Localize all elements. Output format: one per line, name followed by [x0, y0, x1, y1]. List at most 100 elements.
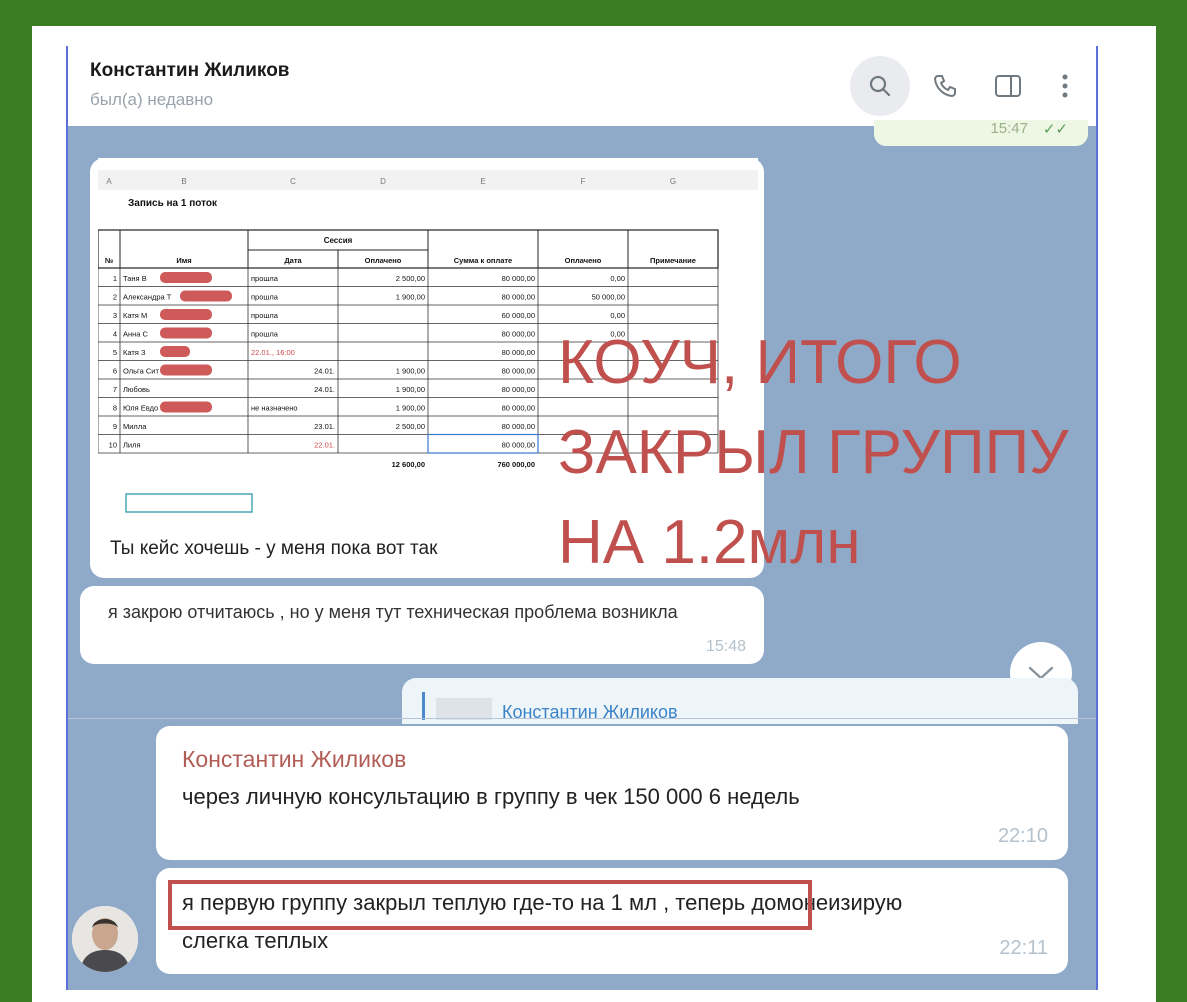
message-author[interactable]: Константин Жиликов	[182, 746, 406, 773]
overlay-line-3: НА 1.2млн	[558, 508, 861, 577]
message-text: я закрою отчитаюсь , но у меня тут техни…	[108, 602, 678, 622]
sheet-cell: Таня В	[123, 274, 147, 283]
divider	[68, 718, 1096, 719]
sheet-cell: Анна С	[123, 330, 149, 339]
sheet-cell: 1 900,00	[396, 404, 425, 413]
sheet-total-cell: 760 000,00	[497, 460, 535, 469]
overlay-line-1: КОУЧ, ИТОГО	[558, 328, 962, 397]
sheet-cell: 80 000,00	[502, 348, 535, 357]
sheet-header-cell: Оплачено	[565, 256, 602, 265]
sheet-cell: 6	[113, 367, 117, 376]
sheet-cell: 1	[113, 274, 117, 283]
sheet-cell: 23.01.	[314, 422, 335, 431]
sheet-header-cell: Имя	[176, 256, 191, 265]
more-vertical-icon	[1062, 74, 1068, 98]
contact-status: был(а) недавно	[90, 90, 214, 109]
sheet-cell: Милла	[123, 422, 147, 431]
redaction-mark	[160, 272, 212, 283]
sheet-cell: 60 000,00	[502, 311, 535, 320]
sheet-cell: 50 000,00	[592, 293, 625, 302]
contact-name[interactable]: Константин Жиликов	[90, 60, 289, 82]
sheet-cell: 5	[113, 348, 117, 357]
call-button[interactable]	[915, 56, 975, 116]
sheet-cell: 80 000,00	[502, 422, 535, 431]
sheet-cell: Юля Евдо	[123, 404, 158, 413]
sheet-cell: 2 500,00	[396, 422, 425, 431]
incoming-message[interactable]: я первую группу закрыл теплую где-то на …	[156, 868, 1068, 974]
sheet-col-letter: B	[181, 177, 186, 186]
chat-window: Константин Жиликов был(а) недавно 15:47 …	[66, 46, 1098, 990]
sheet-group-header: Сессия	[324, 236, 353, 245]
redaction-mark	[160, 364, 212, 376]
highlight-box	[168, 880, 812, 930]
read-checkmarks-icon: ✓✓	[1042, 121, 1068, 138]
sheet-cell: 4	[113, 330, 117, 339]
sheet-cell: 80 000,00	[502, 330, 535, 339]
previous-outgoing-bubble: 15:47 ✓✓	[874, 120, 1088, 146]
sheet-title: Запись на 1 поток	[128, 198, 218, 209]
redaction-mark	[160, 309, 212, 320]
sheet-cell: 0,00	[610, 274, 625, 283]
phone-icon	[933, 75, 956, 98]
sheet-cell: 80 000,00	[502, 293, 535, 302]
sheet-cell: 10	[109, 441, 117, 450]
search-button[interactable]	[850, 56, 910, 116]
redaction-mark	[160, 401, 212, 413]
avatar[interactable]	[72, 906, 138, 972]
sheet-cell: 9	[113, 422, 117, 431]
sheet-cell: 22.01.	[314, 441, 335, 450]
reply-author: Константин Жиликов	[502, 702, 678, 722]
sheet-cell: 80 000,00	[502, 274, 535, 283]
message-time: 15:48	[705, 638, 746, 655]
sheet-col-letter: D	[380, 177, 386, 186]
sheet-cell: 24.01.	[314, 385, 335, 394]
sheet-cell: 80 000,00	[502, 385, 535, 394]
sheet-cell: Катя З	[123, 348, 146, 357]
message-time: 15:47	[990, 120, 1028, 137]
sheet-cell: прошла	[251, 311, 279, 320]
sheet-cell: 2	[113, 293, 117, 302]
incoming-message[interactable]: Константин Жиликов через личную консульт…	[156, 726, 1068, 860]
sheet-cell: Лиля	[123, 441, 141, 450]
sheet-cell: прошла	[251, 330, 279, 339]
incoming-message[interactable]: я закрою отчитаюсь , но у меня тут техни…	[80, 586, 764, 664]
sheet-cell: 80 000,00	[502, 367, 535, 376]
sheet-cell: Любовь	[123, 385, 150, 394]
sheet-cell: 80 000,00	[502, 441, 535, 450]
sheet-cell: 1 900,00	[396, 385, 425, 394]
sheet-col-letter: E	[480, 177, 485, 186]
sheet-col-letter: C	[290, 177, 296, 186]
sheet-cell: 80 000,00	[502, 404, 535, 413]
image-caption: Ты кейс хочешь - у меня пока вот так	[110, 538, 438, 559]
sheet-cell: 3	[113, 311, 117, 320]
redaction-mark	[160, 327, 212, 339]
sheet-col-letter: G	[670, 177, 676, 186]
redaction-mark	[160, 346, 190, 357]
sheet-cell: 2 500,00	[396, 274, 425, 283]
sheet-cell: не назначено	[251, 404, 298, 413]
sheet-col-letter: F	[581, 177, 586, 186]
sheet-header-cell: Сумма к оплате	[454, 256, 512, 265]
sheet-cell: прошла	[251, 274, 279, 283]
message-time: 22:11	[999, 937, 1048, 959]
sheet-cell: 24.01.	[314, 367, 335, 376]
sheet-cell: 8	[113, 404, 117, 413]
sheet-total-cell: 12 600,00	[392, 460, 425, 469]
search-icon	[869, 75, 891, 97]
sheet-cell: Катя М	[123, 311, 147, 320]
more-button[interactable]	[1035, 56, 1095, 116]
sheet-cell: 22.01., 16:00	[251, 348, 295, 357]
sidebar-icon	[995, 75, 1021, 97]
sheet-cell: прошла	[251, 293, 279, 302]
sheet-cell: 1 900,00	[396, 367, 425, 376]
sheet-header-cell: Примечание	[650, 256, 696, 265]
red-overlay-annotation: КОУЧ, ИТОГО ЗАКРЫЛ ГРУППУ НА 1.2млн	[558, 318, 1096, 588]
sheet-cell: 7	[113, 385, 117, 394]
sheet-cell: 1 900,00	[396, 293, 425, 302]
reply-thumbnail	[436, 698, 492, 720]
overlay-line-2: ЗАКРЫЛ ГРУППУ	[558, 418, 1069, 487]
sheet-col-letter: A	[106, 177, 112, 186]
sheet-header-cell: Оплачено	[365, 256, 402, 265]
sidebar-toggle-button[interactable]	[978, 56, 1038, 116]
sheet-header-cell: Дата	[284, 256, 302, 265]
